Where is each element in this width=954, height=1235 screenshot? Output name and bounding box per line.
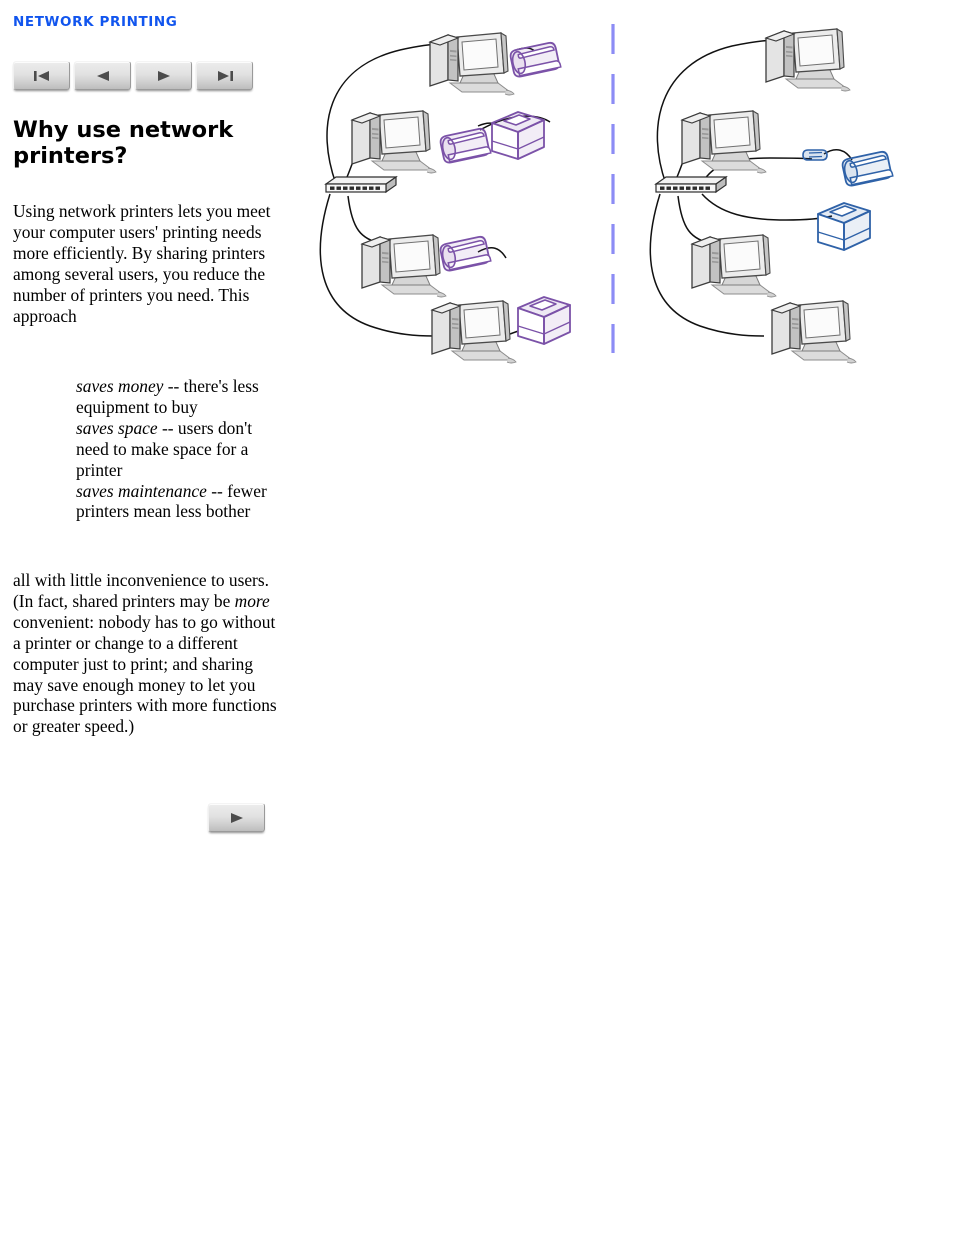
network-printing-comparison-diagram xyxy=(300,8,954,364)
last-page-button[interactable] xyxy=(196,61,253,90)
local-inkjet-printer-2 xyxy=(438,126,492,165)
local-laser-printer-1 xyxy=(491,111,545,160)
benefits-list: saves money -- there's less equipment to… xyxy=(76,376,276,522)
external-print-server xyxy=(802,149,828,161)
next-page-button[interactable] xyxy=(135,61,192,90)
benefit-term: saves space xyxy=(76,417,158,438)
closing-text-part1: all with little inconvenience to users. … xyxy=(13,570,269,611)
list-item: saves maintenance -- fewer printers mean… xyxy=(76,481,276,523)
closing-emphasis: more xyxy=(234,590,270,611)
next-page-button-bottom[interactable] xyxy=(208,803,265,832)
next-page-icon xyxy=(153,69,175,83)
first-page-icon xyxy=(31,69,53,83)
closing-text-part2: convenient: nobody has to go without a p… xyxy=(13,611,277,737)
page-navigation-toolbar xyxy=(13,61,253,90)
local-laser-printer-2 xyxy=(517,296,571,345)
first-page-button[interactable] xyxy=(13,61,70,90)
local-printers-panel xyxy=(319,32,571,364)
network-printers-panel xyxy=(649,28,894,364)
next-page-icon xyxy=(226,811,248,825)
workstation-2 xyxy=(351,110,437,174)
page-title: Why use network printers? xyxy=(13,117,234,169)
workstation-2 xyxy=(681,110,767,174)
workstation-4 xyxy=(771,300,857,364)
workstation-1 xyxy=(429,32,515,96)
intro-paragraph: Using network printers lets you meet you… xyxy=(13,201,271,326)
bottom-next-page-button[interactable] xyxy=(208,803,265,832)
local-inkjet-printer-1 xyxy=(508,40,562,79)
previous-page-icon xyxy=(92,69,114,83)
benefit-term: saves maintenance xyxy=(76,480,207,501)
network-hub xyxy=(325,176,397,193)
workstation-1 xyxy=(765,28,851,92)
list-item: saves space -- users don't need to make … xyxy=(76,418,276,481)
workstation-4 xyxy=(431,300,517,364)
benefit-term: saves money xyxy=(76,376,164,396)
section-kicker: NETWORK PRINTING xyxy=(13,14,178,30)
previous-page-button[interactable] xyxy=(74,61,131,90)
network-hub xyxy=(655,176,727,193)
workstation-3 xyxy=(361,234,447,298)
last-page-icon xyxy=(214,69,236,83)
list-item: saves money -- there's less equipment to… xyxy=(76,376,276,418)
closing-paragraph: all with little inconvenience to users. … xyxy=(13,570,281,737)
workstation-3 xyxy=(691,234,777,298)
local-inkjet-printer-3 xyxy=(438,234,492,273)
shared-laser-printer xyxy=(817,202,871,251)
